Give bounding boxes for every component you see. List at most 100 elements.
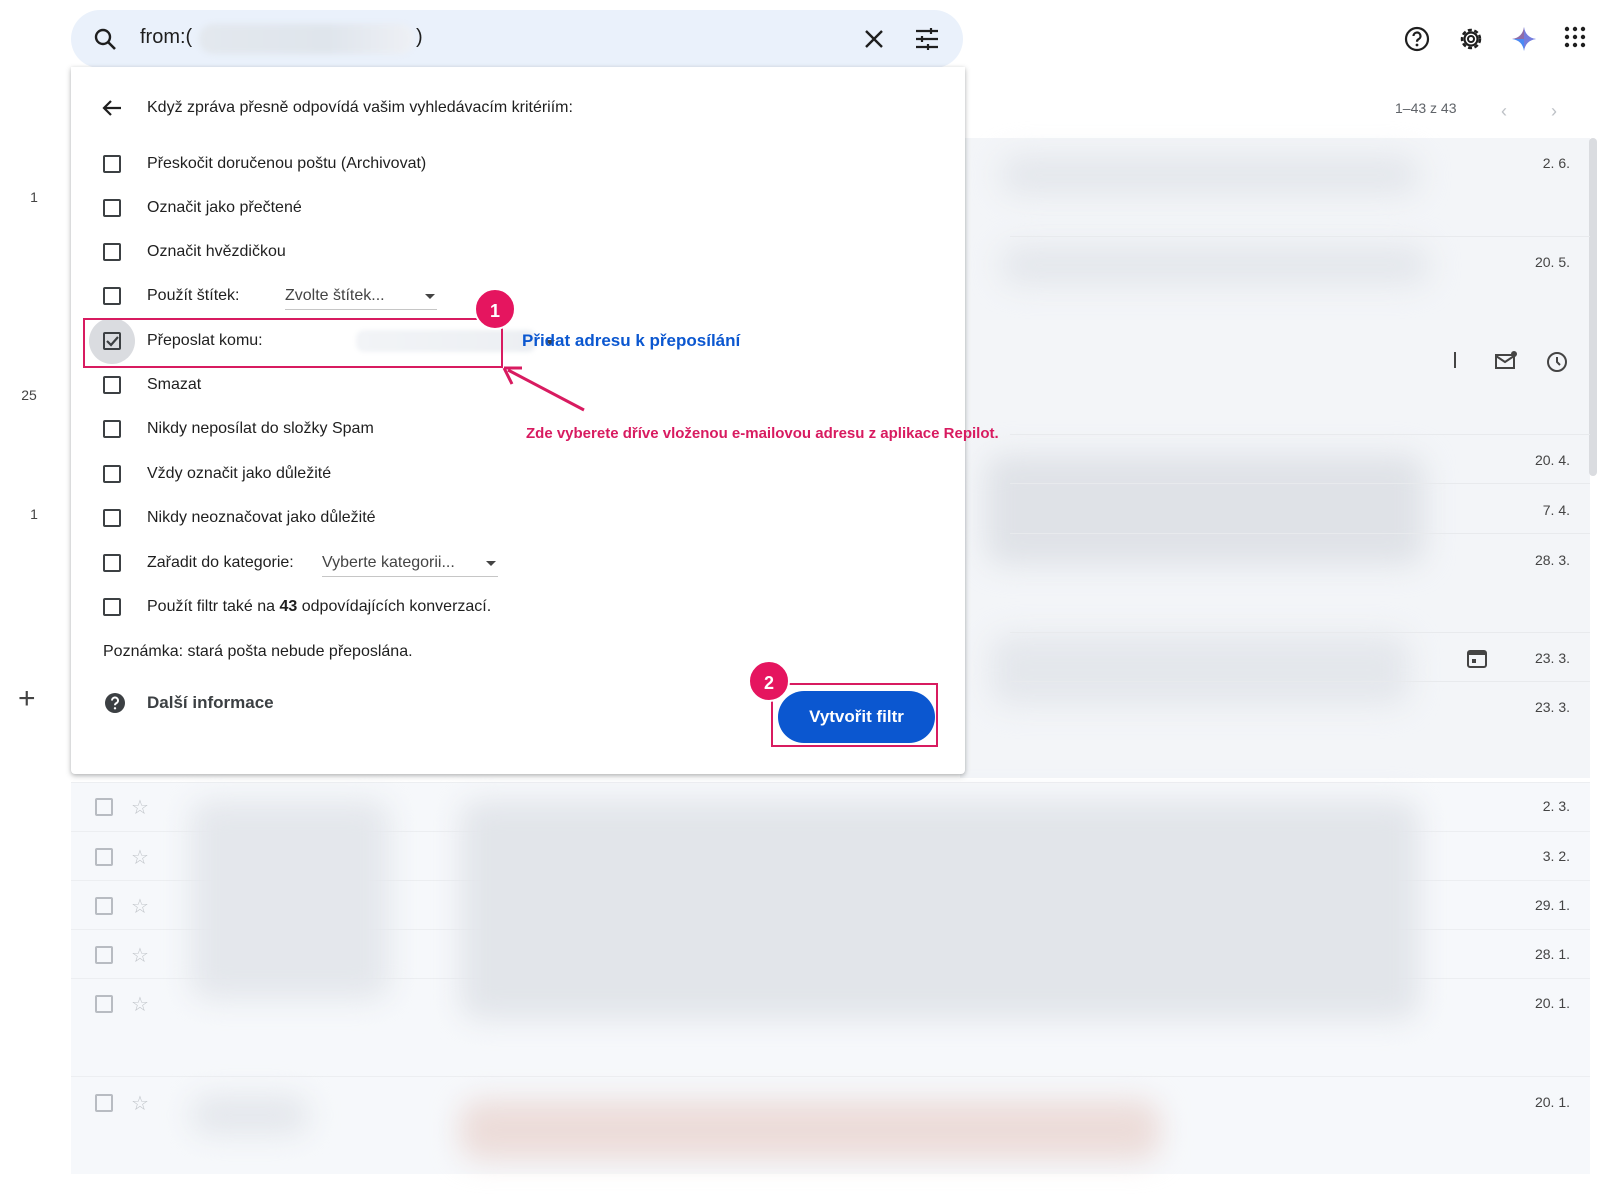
annotation-badge-2: 2 [748,660,790,702]
mark-unread-icon[interactable] [1494,350,1518,372]
blurred-message-content [985,455,1425,565]
apps-grid-icon[interactable] [1563,25,1587,49]
filter-dialog: Když zpráva přesně odpovídá vašim vyhled… [71,67,965,774]
more-info-link[interactable]: Další informace [147,693,274,713]
compose-plus-icon[interactable]: + [18,684,36,714]
row-date: 23. 3. [1534,699,1570,715]
chevron-down-icon [486,561,496,566]
snooze-icon[interactable] [1545,350,1569,374]
prev-page-icon[interactable]: ‹ [1501,101,1507,122]
pagination-range: 1–43 z 43 [1395,100,1457,116]
star-icon[interactable]: ☆ [131,795,149,820]
option-label: Přeskočit doručenou poštu (Archivovat) [147,155,427,172]
checkbox[interactable] [103,243,121,261]
blurred-message-content [190,1095,310,1135]
star-icon[interactable]: ☆ [131,1091,149,1116]
checkbox[interactable] [103,554,121,572]
checkbox[interactable] [103,199,121,217]
search-bar[interactable]: from:( ) [71,10,963,68]
rail-count-2: 25 [21,387,37,403]
rail-count-3: 1 [30,506,38,522]
category-select-value: Vyberte kategorii... [322,554,455,571]
checkbox[interactable] [103,155,121,173]
row-checkbox[interactable] [95,848,113,866]
row-divider [1010,681,1590,682]
category-select[interactable]: Vyberte kategorii... [322,551,498,577]
option-label: Nikdy neoznačovat jako důležité [147,509,376,526]
option-label: Vždy označit jako důležité [147,465,332,482]
help-icon[interactable] [104,692,126,714]
search-query-suffix[interactable]: ) [416,26,423,49]
row-divider [1010,236,1590,237]
row-divider [1010,483,1590,484]
annotation-arrow [500,360,590,416]
scrollbar[interactable] [1589,138,1597,476]
row-checkbox[interactable] [95,1094,113,1112]
annotation-callout: Zde vyberete dříve vloženou e-mailovou a… [526,425,999,442]
row-checkbox[interactable] [95,946,113,964]
gemini-icon[interactable] [1510,25,1538,53]
option-label: Použít filtr také na 43 odpovídajících k… [147,598,491,616]
option-apply-label[interactable]: Použít štítek: Zvolte štítek... [103,284,483,310]
settings-icon[interactable] [1457,25,1485,53]
help-icon[interactable] [1403,25,1431,53]
blurred-message-content [1000,245,1430,285]
star-icon[interactable]: ☆ [131,894,149,919]
row-divider [1010,434,1590,435]
option-label: Označit hvězdičkou [147,243,286,260]
apply-prefix: Použít filtr také na [147,598,280,615]
back-arrow-icon[interactable] [101,97,123,119]
row-date: 3. 2. [1542,848,1570,864]
row-date: 20. 1. [1534,1094,1570,1110]
annotation-box-1 [83,318,503,368]
close-icon[interactable] [863,28,885,50]
row-divider [1010,533,1590,534]
star-icon[interactable]: ☆ [131,943,149,968]
blurred-message-content [1000,155,1420,195]
checkbox[interactable] [103,509,121,527]
row-date: 2. 6. [1542,155,1570,171]
option-label: Smazat [147,376,202,393]
label-select[interactable]: Zvolte štítek... [285,284,437,310]
star-icon[interactable]: ☆ [131,992,149,1017]
calendar-icon [1466,647,1488,669]
option-label: Použít štítek: [147,287,240,304]
search-query-prefix[interactable]: from:( [140,26,192,49]
option-label: Nikdy neposílat do složky Spam [147,420,374,437]
blurred-message-content [190,800,390,1000]
tune-icon[interactable] [914,27,940,51]
checkbox[interactable] [103,287,121,305]
row-date: 28. 3. [1534,552,1570,568]
search-icon[interactable] [93,27,117,51]
row-date: 20. 5. [1534,254,1570,270]
row-checkbox[interactable] [95,798,113,816]
row-checkbox[interactable] [95,995,113,1013]
chevron-down-icon [425,294,435,299]
archive-icon[interactable] [1454,352,1457,368]
option-label: Zařadit do kategorie: [147,554,294,571]
checkbox[interactable] [103,376,121,394]
row-date: 7. 4. [1542,502,1570,518]
checkbox[interactable] [103,465,121,483]
add-forwarding-address-link[interactable]: Přidat adresu k přeposílání [522,331,740,351]
row-date: 29. 1. [1534,897,1570,913]
row-checkbox[interactable] [95,897,113,915]
next-page-icon[interactable]: › [1551,101,1557,122]
create-filter-button[interactable]: Vytvořit filtr [778,691,935,743]
checkbox[interactable] [103,420,121,438]
star-icon[interactable]: ☆ [131,845,149,870]
option-category[interactable]: Zařadit do kategorie: Vyberte kategorii.… [103,551,523,577]
apply-suffix: odpovídajících konverzací. [297,598,492,615]
dialog-title: Když zpráva přesně odpovídá vašim vyhled… [147,99,573,116]
option-label: Označit jako přečtené [147,199,302,216]
row-date: 20. 4. [1534,452,1570,468]
forward-note: Poznámka: stará pošta nebude přeposlána. [103,643,413,660]
blurred-message-content [990,635,1410,705]
row-date: 20. 1. [1534,995,1570,1011]
checkbox[interactable] [103,598,121,616]
row-date: 28. 1. [1534,946,1570,962]
option-apply-existing[interactable]: Použít filtr také na 43 odpovídajících k… [103,595,623,619]
blurred-message-content [460,800,1420,1020]
rail-count-1: 1 [30,189,38,205]
row-date: 2. 3. [1542,798,1570,814]
